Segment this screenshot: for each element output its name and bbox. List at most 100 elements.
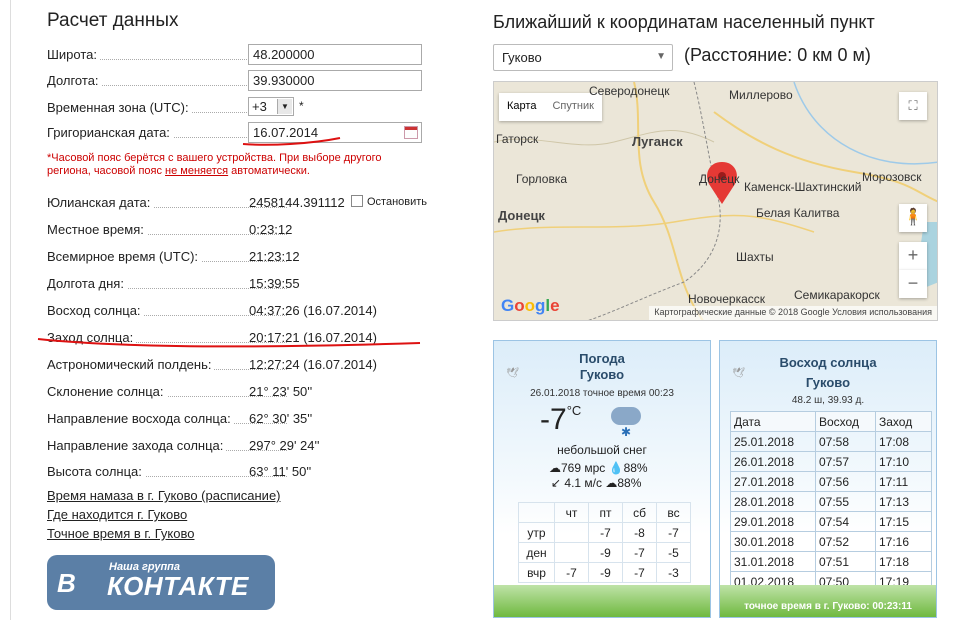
vk-big-label: КОНТАКТЕ bbox=[107, 571, 249, 601]
temperature: -7°C bbox=[540, 403, 581, 437]
weather-widget: 🕊 Погода Гуково 26.01.2018 точное время … bbox=[493, 340, 711, 618]
divider bbox=[10, 0, 11, 620]
note-text-2: автоматически. bbox=[228, 165, 310, 177]
place-select[interactable]: Гуково ▼ bbox=[493, 44, 673, 71]
altitude-label: Высота солнца: bbox=[47, 464, 145, 479]
latitude-label: Широта: bbox=[47, 47, 101, 62]
sunrise-direction-label: Направление восхода солнца: bbox=[47, 411, 234, 426]
map-label: Шахты bbox=[736, 250, 774, 264]
zoom-out-button[interactable]: − bbox=[899, 270, 927, 298]
table-cell: 17:15 bbox=[875, 511, 932, 532]
table-row: 28.01.2018 07:55 17:13 bbox=[730, 491, 932, 512]
table-cell: 07:58 bbox=[815, 431, 876, 452]
table-cell: 07:56 bbox=[815, 471, 876, 492]
timezone-note-marker: * bbox=[299, 99, 304, 113]
map-label: Новочеркасск bbox=[688, 292, 766, 306]
table-cell: -3 bbox=[656, 562, 691, 583]
weather-title: Погода bbox=[579, 351, 625, 366]
weather-description: небольшой снег bbox=[557, 443, 647, 457]
cloud-icon bbox=[611, 407, 641, 425]
declination-label: Склонение солнца: bbox=[47, 384, 167, 399]
timezone-value: +3 bbox=[252, 99, 267, 114]
sunset-label: Заход солнца: bbox=[47, 330, 137, 345]
wind-icon: ↙ bbox=[551, 476, 562, 490]
longitude-input[interactable]: 39.930000 bbox=[248, 70, 422, 91]
sunrise-row: Восход солнца: 04:37:26 (16.07.2014) bbox=[47, 300, 437, 320]
fullscreen-icon[interactable]: ⛶ bbox=[899, 92, 927, 120]
table-row: чт пт сб вс bbox=[518, 502, 691, 523]
map-widget[interactable]: Карта Спутник Северодонецк Миллерово Луг… bbox=[493, 81, 938, 321]
map-label: Каменск-Шахтинский bbox=[744, 180, 862, 194]
pegman-icon[interactable]: 🧍 bbox=[899, 204, 927, 232]
table-cell: 30.01.2018 bbox=[730, 531, 816, 552]
local-time-value: 0:23:12 bbox=[249, 222, 293, 237]
declination-row: Склонение солнца: 21° 23' 50'' bbox=[47, 381, 437, 401]
location-link[interactable]: Где находится г. Гуково bbox=[47, 507, 187, 522]
zoom-in-button[interactable]: + bbox=[899, 242, 927, 270]
temp-unit: °C bbox=[566, 403, 582, 418]
table-cell: -7 bbox=[656, 522, 691, 543]
vk-group-button[interactable]: В Наша группа КОНТАКТЕ bbox=[47, 555, 275, 610]
local-time-row: Местное время: 0:23:12 bbox=[47, 219, 437, 239]
tab-map[interactable]: Карта bbox=[499, 93, 544, 121]
row-label: утр bbox=[518, 522, 555, 543]
altitude-row: Высота солнца: 63° 11' 50'' bbox=[47, 461, 437, 481]
day-length-label: Долгота дня: bbox=[47, 276, 127, 291]
table-cell: 17:16 bbox=[875, 531, 932, 552]
sunset-row: Заход солнца: 20:17:21 (16.07.2014) bbox=[47, 327, 437, 347]
nearest-place-title: Ближайший к координатам населенный пункт bbox=[493, 12, 875, 32]
grass-decoration bbox=[494, 585, 710, 617]
stop-checkbox[interactable] bbox=[351, 195, 363, 207]
table-row: 31.01.2018 07:51 17:18 bbox=[730, 551, 932, 572]
day-header: чт bbox=[554, 502, 589, 523]
map-label: Гаторск bbox=[496, 132, 539, 146]
latitude-input[interactable]: 48.200000 bbox=[248, 44, 422, 65]
table-cell: -7 bbox=[554, 562, 589, 583]
map-label: Морозовск bbox=[862, 170, 922, 184]
sun-title: Восход солнца bbox=[779, 355, 877, 370]
forecast-table: чт пт сб вс утр -7 -8 -7 ден -9 -7 -5 вч… bbox=[518, 502, 691, 583]
sunrise-value: 04:37:26 (16.07.2014) bbox=[249, 303, 377, 318]
local-time-label: Местное время: bbox=[47, 222, 147, 237]
chevron-down-icon[interactable]: ▼ bbox=[277, 99, 292, 114]
humidity-value: 88% bbox=[623, 461, 648, 475]
day-header: вс bbox=[656, 502, 691, 523]
map-label: Горловка bbox=[516, 172, 568, 186]
noon-label: Астрономический полдень: bbox=[47, 357, 215, 372]
gregorian-row: Григорианская дата: 16.07.2014 bbox=[47, 122, 437, 143]
panel-title: Расчет данных bbox=[47, 10, 179, 31]
utc-row: Всемирное время (UTC): 21:23:12 bbox=[47, 246, 437, 266]
pressure-line: ☁769 мрс 💧88% bbox=[549, 461, 648, 475]
table-row: утр -7 -8 -7 bbox=[518, 522, 691, 543]
day-header: сб bbox=[622, 502, 657, 523]
timezone-select[interactable]: +3 ▼ bbox=[248, 97, 294, 116]
table-cell: 17:13 bbox=[875, 491, 932, 512]
stop-label: Остановить bbox=[367, 196, 428, 208]
distance-text: (Расстояние: 0 км 0 м) bbox=[684, 45, 871, 65]
calendar-icon[interactable] bbox=[404, 126, 418, 139]
table-row: 27.01.2018 07:56 17:11 bbox=[730, 471, 932, 492]
table-cell: 28.01.2018 bbox=[730, 491, 816, 512]
table-row: вчр -7 -9 -7 -3 bbox=[518, 562, 691, 583]
sunset-direction-value: 297° 29' 24'' bbox=[249, 438, 320, 453]
noon-row: Астрономический полдень: 12:27:24 (16.07… bbox=[47, 354, 437, 374]
table-cell: 17:08 bbox=[875, 431, 932, 452]
day-header: пт bbox=[588, 502, 623, 523]
julian-value: 2458144.391112 bbox=[249, 195, 345, 210]
gregorian-date-input[interactable]: 16.07.2014 bbox=[248, 122, 422, 143]
sun-coords: 48.2 ш, 39.93 д. bbox=[791, 395, 865, 406]
sun-footer: точное время в г. Гуково: 00:23:11 bbox=[744, 601, 912, 612]
place-value: Гуково bbox=[502, 50, 542, 65]
utc-label: Всемирное время (UTC): bbox=[47, 249, 202, 264]
prayer-times-link[interactable]: Время намаза в г. Гуково (расписание) bbox=[47, 488, 281, 503]
declination-value: 21° 23' 50'' bbox=[249, 384, 313, 399]
cloud-small-icon: ☁ bbox=[605, 476, 618, 490]
google-logo: Google bbox=[501, 296, 560, 315]
exact-time-link[interactable]: Точное время в г. Гуково bbox=[47, 526, 194, 541]
wind-line: ↙ 4.1 м/с ☁88% bbox=[551, 476, 641, 490]
gregorian-label: Григорианская дата: bbox=[47, 125, 173, 140]
sunset-value: 20:17:21 (16.07.2014) bbox=[249, 330, 377, 345]
map-label: Донецк bbox=[498, 208, 545, 223]
table-cell: 07:57 bbox=[815, 451, 876, 472]
row-label: ден bbox=[518, 542, 555, 563]
